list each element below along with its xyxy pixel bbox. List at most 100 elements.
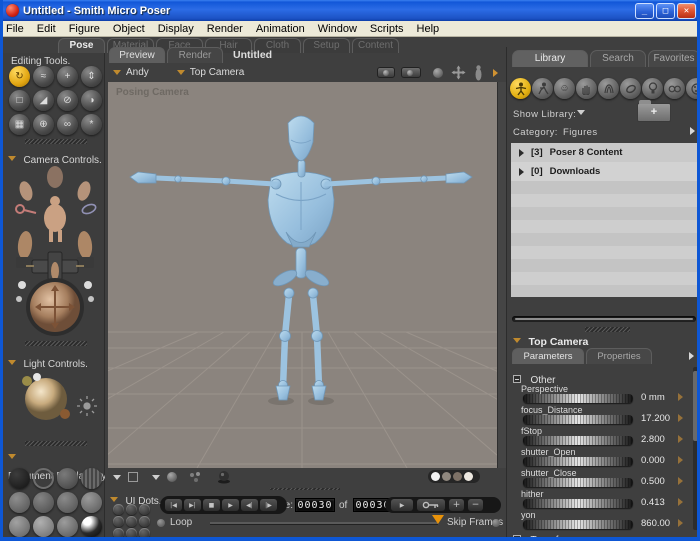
close-button[interactable]: ✕: [677, 3, 696, 19]
library-scrollbar[interactable]: [512, 316, 696, 322]
smooth-shaded-style-icon[interactable]: [9, 516, 30, 537]
tab-properties[interactable]: Properties: [586, 348, 652, 364]
loop-play-button[interactable]: ▶: [391, 499, 413, 511]
hands-category-icon[interactable]: [576, 78, 597, 99]
step-back-button[interactable]: ◀|: [241, 499, 258, 511]
param-dial[interactable]: [523, 478, 633, 487]
param-menu-icon[interactable]: [678, 414, 683, 422]
keyframe-button[interactable]: [417, 499, 445, 511]
param-menu-icon[interactable]: [678, 393, 683, 401]
parameters-expand-icon[interactable]: [689, 352, 694, 360]
view-magnifier-tool-icon[interactable]: ⊕: [33, 114, 54, 135]
ui-dot[interactable]: [113, 528, 124, 539]
cartoon-style-icon[interactable]: [81, 492, 102, 513]
expressions-category-icon[interactable]: ☺: [554, 78, 575, 99]
ground-color-dot[interactable]: [464, 472, 473, 481]
ui-dot[interactable]: [113, 504, 124, 515]
tracking-ball-icon[interactable]: [167, 472, 177, 482]
materials-category-icon[interactable]: [686, 78, 700, 99]
transform-group-header[interactable]: Transform: [513, 530, 576, 541]
light-controls-cluster[interactable]: [8, 368, 100, 430]
expand-arrow-icon[interactable]: [493, 69, 498, 77]
menu-object[interactable]: Object: [113, 23, 145, 35]
silhouette-style-icon[interactable]: [9, 468, 30, 489]
tab-render[interactable]: Render: [167, 47, 223, 63]
param-dial[interactable]: [523, 415, 633, 424]
param-menu-icon[interactable]: [678, 456, 683, 464]
flat-shaded-style-icon[interactable]: [33, 492, 54, 513]
param-dial[interactable]: [523, 520, 633, 529]
foreground-color-dot[interactable]: [431, 472, 440, 481]
minimize-button[interactable]: _: [635, 3, 654, 19]
depth-cue-icon[interactable]: [128, 472, 138, 482]
background-color-dot[interactable]: [442, 472, 451, 481]
smooth-lined-style-icon[interactable]: [33, 516, 54, 537]
ui-dot[interactable]: [139, 516, 150, 527]
param-value[interactable]: 0.413: [641, 497, 665, 508]
menu-file[interactable]: File: [6, 23, 24, 35]
add-figure-folder-button[interactable]: +: [637, 103, 671, 122]
play-button[interactable]: ▶: [222, 499, 239, 511]
left-camera-hand-icon[interactable]: [16, 230, 33, 268]
ui-dot[interactable]: [139, 528, 150, 539]
menu-edit[interactable]: Edit: [37, 23, 56, 35]
figures-category-icon[interactable]: [510, 78, 531, 99]
viewport-scroll-groove[interactable]: [497, 82, 506, 468]
tab-search[interactable]: Search: [590, 50, 646, 67]
skip-frames-toggle[interactable]: [492, 519, 500, 527]
title-bar[interactable]: Untitled - Smith Micro Poser _ □ ✕: [0, 0, 700, 21]
shadow-ball-icon[interactable]: [217, 470, 231, 484]
translate-inout-tool-icon[interactable]: ⇕: [81, 66, 102, 87]
flat-lined-style-icon[interactable]: [57, 492, 78, 513]
camera-view-icon[interactable]: [377, 67, 395, 78]
camera-controls-cluster[interactable]: [10, 165, 100, 337]
viewport[interactable]: Posing Camera: [108, 82, 497, 468]
right-hand-camera-icon[interactable]: [75, 180, 93, 203]
cartoon-outline-style-icon[interactable]: [81, 516, 102, 537]
texture-shaded-style-icon[interactable]: [57, 516, 78, 537]
trackball-mini-icon[interactable]: [433, 68, 443, 78]
tab-favorites[interactable]: Favorites: [648, 50, 700, 67]
poses-category-icon[interactable]: [532, 78, 553, 99]
translate-tool-icon[interactable]: +: [57, 66, 78, 87]
ui-dot[interactable]: [113, 516, 124, 527]
cameras-category-icon[interactable]: [664, 78, 685, 99]
ui-dot[interactable]: [126, 504, 137, 515]
first-frame-button[interactable]: |◀: [165, 499, 182, 511]
taper-tool-icon[interactable]: ◢: [33, 90, 54, 111]
library-item[interactable]: [3] Poser 8 Content: [511, 143, 697, 162]
animating-key-icon[interactable]: [16, 205, 36, 213]
param-menu-icon[interactable]: [678, 519, 683, 527]
remove-frames-button[interactable]: −: [468, 499, 483, 511]
figure-silhouette-icon[interactable]: [474, 65, 483, 81]
param-dial[interactable]: [523, 394, 633, 403]
param-value[interactable]: 860.00: [641, 518, 670, 529]
rotate-tool-icon[interactable]: ↻: [9, 66, 30, 87]
library-item[interactable]: [0] Downloads: [511, 162, 697, 181]
add-frames-button[interactable]: +: [449, 499, 464, 511]
ui-dot[interactable]: [139, 504, 150, 515]
render-camera-icon[interactable]: [401, 67, 421, 78]
menu-figure[interactable]: Figure: [69, 23, 100, 35]
right-camera-hand-icon[interactable]: [77, 230, 94, 268]
move-tool-icon[interactable]: [451, 65, 466, 80]
category-expand-icon[interactable]: [690, 127, 695, 135]
menu-scripts[interactable]: Scripts: [370, 23, 404, 35]
props-category-icon[interactable]: [620, 78, 641, 99]
ui-dot[interactable]: [126, 516, 137, 527]
param-value[interactable]: 17.200: [641, 413, 670, 424]
face-camera-icon[interactable]: [47, 166, 63, 188]
param-menu-icon[interactable]: [678, 435, 683, 443]
section-grip[interactable]: [25, 341, 87, 346]
menu-help[interactable]: Help: [417, 23, 440, 35]
param-value[interactable]: 0.500: [641, 476, 665, 487]
parameters-scrollbar[interactable]: [693, 367, 698, 530]
rate-slider-handle[interactable]: [432, 515, 444, 524]
color-tool-icon[interactable]: ◑: [81, 90, 102, 111]
current-frame-counter[interactable]: 00030: [295, 498, 335, 512]
param-dial[interactable]: [523, 499, 633, 508]
outline-style-icon[interactable]: [33, 468, 54, 489]
menu-window[interactable]: Window: [318, 23, 357, 35]
section-grip[interactable]: [25, 139, 87, 144]
shadow-color-dot[interactable]: [453, 472, 462, 481]
